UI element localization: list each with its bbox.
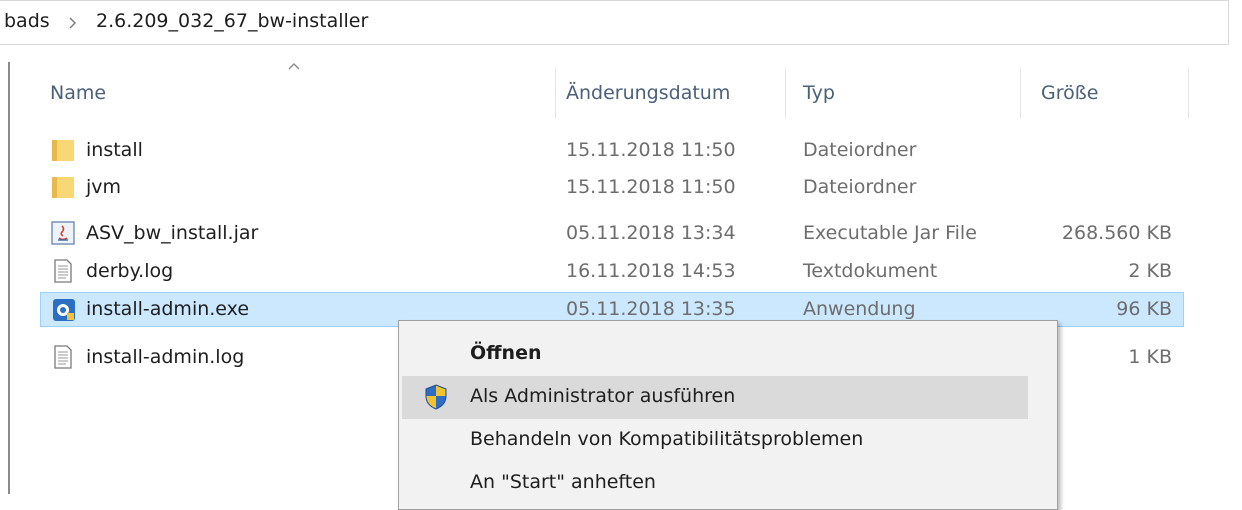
folder-icon bbox=[50, 137, 76, 163]
exe-application-icon bbox=[51, 297, 77, 323]
file-name: install-admin.log bbox=[86, 346, 245, 368]
menu-item-label: Als Administrator ausführen bbox=[470, 385, 736, 407]
file-explorer-window: bads 2.6.209_032_67_bw-installer Name Än… bbox=[0, 0, 1242, 510]
file-date: 16.11.2018 14:53 bbox=[566, 260, 736, 282]
menu-item-label: Öffnen bbox=[470, 342, 542, 364]
file-type: Anwendung bbox=[803, 298, 916, 320]
column-divider[interactable] bbox=[555, 68, 556, 118]
column-header-row: Name Änderungsdatum Typ Größe bbox=[10, 50, 1210, 128]
file-name: derby.log bbox=[86, 260, 174, 282]
file-name: jvm bbox=[86, 176, 122, 198]
file-row-derby-log[interactable]: derby.log 16.11.2018 14:53 Textdokument … bbox=[40, 254, 1184, 289]
file-row-asv-jar[interactable]: ASV_bw_install.jar 05.11.2018 13:34 Exec… bbox=[40, 216, 1184, 251]
chevron-up-icon bbox=[287, 56, 301, 70]
file-date: 05.11.2018 13:34 bbox=[566, 222, 736, 244]
breadcrumb-chevron-icon[interactable] bbox=[66, 13, 80, 33]
file-type: Dateiordner bbox=[803, 139, 917, 161]
column-divider[interactable] bbox=[1188, 68, 1189, 118]
column-header-date[interactable]: Änderungsdatum bbox=[566, 82, 730, 104]
column-divider[interactable] bbox=[1020, 68, 1021, 118]
file-name: install bbox=[86, 139, 143, 161]
column-header-type[interactable]: Typ bbox=[803, 82, 835, 104]
column-header-name[interactable]: Name bbox=[50, 82, 106, 104]
file-size: 268.560 KB bbox=[1061, 222, 1172, 244]
file-type: Textdokument bbox=[803, 260, 938, 282]
uac-shield-icon bbox=[422, 383, 450, 411]
file-type: Dateiordner bbox=[803, 176, 917, 198]
menu-item-run-as-admin[interactable]: Als Administrator ausführen bbox=[402, 376, 1028, 419]
menu-item-label: An "Start" anheften bbox=[470, 471, 656, 493]
folder-icon bbox=[50, 174, 76, 200]
breadcrumb-current-folder[interactable]: 2.6.209_032_67_bw-installer bbox=[96, 10, 368, 32]
breadcrumb-downloads[interactable]: bads bbox=[4, 10, 50, 32]
file-name: ASV_bw_install.jar bbox=[86, 222, 259, 244]
text-file-icon bbox=[50, 344, 76, 370]
file-row-jvm[interactable]: jvm 15.11.2018 11:50 Dateiordner bbox=[40, 170, 1184, 205]
context-menu: Öffnen Als Administrator ausführen Behan… bbox=[398, 320, 1058, 510]
menu-item-label: Behandeln von Kompatibilitätsproblemen bbox=[470, 428, 864, 450]
file-date: 05.11.2018 13:35 bbox=[566, 298, 736, 320]
file-date: 15.11.2018 11:50 bbox=[566, 176, 736, 198]
column-header-size[interactable]: Größe bbox=[1041, 82, 1098, 104]
file-size: 2 KB bbox=[1128, 260, 1172, 282]
address-bar[interactable]: bads 2.6.209_032_67_bw-installer bbox=[0, 0, 1229, 45]
file-date: 15.11.2018 11:50 bbox=[566, 139, 736, 161]
menu-item-open[interactable]: Öffnen bbox=[399, 333, 1025, 376]
menu-item-troubleshoot-compatibility[interactable]: Behandeln von Kompatibilitätsproblemen bbox=[399, 419, 1025, 462]
menu-item-pin-to-start[interactable]: An "Start" anheften bbox=[399, 462, 1025, 505]
file-size: 96 KB bbox=[1116, 298, 1172, 320]
column-divider[interactable] bbox=[785, 68, 786, 118]
java-jar-icon bbox=[50, 220, 76, 246]
text-file-icon bbox=[50, 258, 76, 284]
file-size: 1 KB bbox=[1128, 346, 1172, 368]
file-name: install-admin.exe bbox=[86, 298, 250, 320]
file-row-install[interactable]: install 15.11.2018 11:50 Dateiordner bbox=[40, 133, 1184, 168]
file-type: Executable Jar File bbox=[803, 222, 977, 244]
